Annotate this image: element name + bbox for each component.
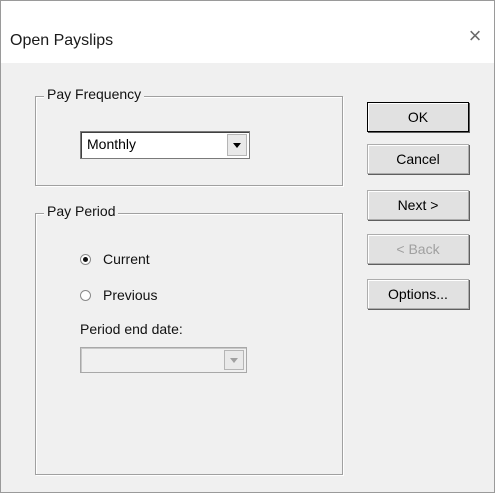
pay-frequency-value: Monthly <box>87 136 137 152</box>
radio-current-label: Current <box>103 251 150 267</box>
window-title: Open Payslips <box>10 32 114 49</box>
pay-frequency-select[interactable]: Monthly <box>80 131 250 159</box>
pay-period-label: Pay Period <box>44 203 119 219</box>
pay-frequency-label: Pay Frequency <box>44 86 145 102</box>
open-payslips-dialog: Open Payslips × Pay Frequency Monthly Pa… <box>0 0 495 493</box>
options-button[interactable]: Options... <box>367 279 469 309</box>
next-button[interactable]: Next > <box>367 190 469 220</box>
pay-period-group: Pay Period Current Previous Period end d… <box>35 203 343 475</box>
ok-button[interactable]: OK <box>367 102 469 132</box>
period-end-date-select[interactable] <box>80 347 247 373</box>
radio-previous-label: Previous <box>103 287 158 303</box>
chevron-down-icon <box>233 142 241 148</box>
radio-previous[interactable]: Previous <box>80 287 157 303</box>
radio-previous-indicator[interactable] <box>80 289 91 301</box>
chevron-down-icon <box>230 357 238 363</box>
close-icon[interactable]: × <box>464 25 486 47</box>
dropdown-arrow-button[interactable] <box>224 350 244 370</box>
cancel-button[interactable]: Cancel <box>367 144 469 174</box>
radio-current-indicator[interactable] <box>80 253 91 265</box>
period-end-date-label: Period end date: <box>80 321 183 337</box>
radio-current[interactable]: Current <box>80 251 150 267</box>
back-button[interactable]: < Back <box>367 234 469 264</box>
dropdown-arrow-button[interactable] <box>227 134 247 156</box>
title-bar: Open Payslips × <box>1 1 494 63</box>
pay-frequency-group: Pay Frequency Monthly <box>35 86 343 186</box>
